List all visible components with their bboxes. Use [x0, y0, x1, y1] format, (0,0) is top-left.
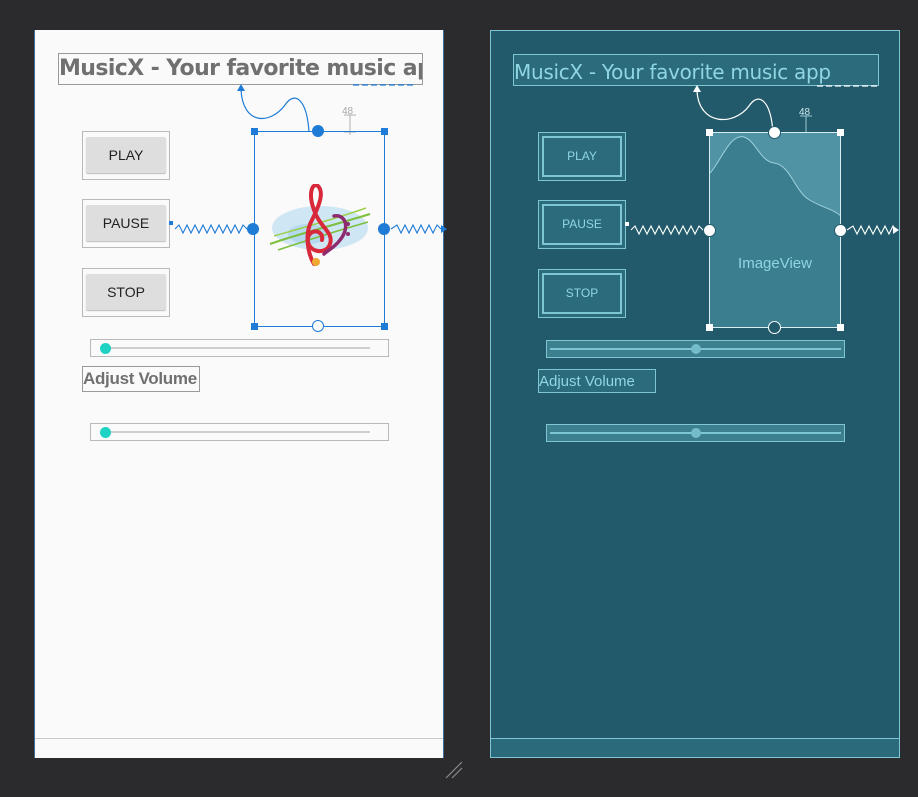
music-note-treble-clef-icon: [269, 184, 371, 266]
resize-handle-top-left[interactable]: [706, 129, 713, 136]
volume-seekbar[interactable]: [90, 423, 389, 441]
volume-seekbar[interactable]: [546, 424, 845, 442]
resize-grip-icon[interactable]: [444, 760, 464, 780]
stop-button-frame[interactable]: STOP: [538, 269, 626, 318]
resize-handle-bottom-right[interactable]: [837, 324, 844, 331]
bottom-anchor[interactable]: [768, 321, 781, 334]
pause-button-frame[interactable]: PAUSE: [538, 200, 626, 249]
play-button-frame[interactable]: PLAY: [538, 132, 626, 181]
pause-button-frame[interactable]: PAUSE: [82, 199, 170, 248]
play-button-frame[interactable]: PLAY: [82, 131, 170, 180]
navigation-bar: [35, 738, 443, 758]
navigation-bar: [491, 738, 899, 757]
resize-handle-bottom-right[interactable]: [381, 323, 388, 330]
seekbar-thumb[interactable]: [691, 428, 701, 438]
playback-seekbar[interactable]: [90, 339, 389, 357]
adjust-volume-label[interactable]: Adjust Volume: [82, 366, 200, 392]
bottom-anchor[interactable]: [312, 320, 324, 332]
image-preview-shape: [710, 133, 840, 216]
adjust-volume-label[interactable]: Adjust Volume: [538, 369, 656, 393]
resize-handle-top-right[interactable]: [381, 128, 388, 135]
seekbar-thumb[interactable]: [100, 343, 111, 354]
right-anchor[interactable]: [834, 224, 847, 237]
play-button[interactable]: PLAY: [86, 137, 166, 173]
image-view-selected[interactable]: [254, 131, 385, 327]
margin-label: 48: [799, 107, 811, 118]
pause-button[interactable]: PAUSE: [86, 205, 166, 241]
imageview-label: ImageView: [738, 255, 812, 272]
seekbar-track: [104, 431, 370, 433]
design-surface[interactable]: MusicX - Your favorite music app 48 PLAY…: [34, 30, 447, 758]
resize-handle-top-left[interactable]: [251, 128, 258, 135]
pause-button[interactable]: PAUSE: [542, 204, 622, 245]
play-button[interactable]: PLAY: [542, 136, 622, 177]
playback-seekbar[interactable]: [546, 340, 845, 358]
right-anchor[interactable]: [378, 223, 390, 235]
seekbar-thumb[interactable]: [100, 427, 111, 438]
resize-handle-bottom-left[interactable]: [251, 323, 258, 330]
resize-handle-top-right[interactable]: [837, 129, 844, 136]
left-anchor[interactable]: [703, 224, 716, 237]
top-anchor[interactable]: [312, 125, 324, 137]
stop-button-frame[interactable]: STOP: [82, 268, 170, 317]
top-anchor[interactable]: [768, 126, 781, 139]
seekbar-thumb[interactable]: [691, 344, 701, 354]
seekbar-track: [104, 347, 370, 349]
stop-button[interactable]: STOP: [86, 274, 166, 310]
image-view-outline[interactable]: ImageView: [709, 132, 841, 328]
resize-handle-bottom-left[interactable]: [706, 324, 713, 331]
stop-button[interactable]: STOP: [542, 273, 622, 314]
blueprint-surface[interactable]: MusicX - Your favorite music app 48 PLAY…: [490, 30, 900, 758]
margin-label: 48: [342, 106, 354, 117]
left-anchor[interactable]: [247, 223, 259, 235]
